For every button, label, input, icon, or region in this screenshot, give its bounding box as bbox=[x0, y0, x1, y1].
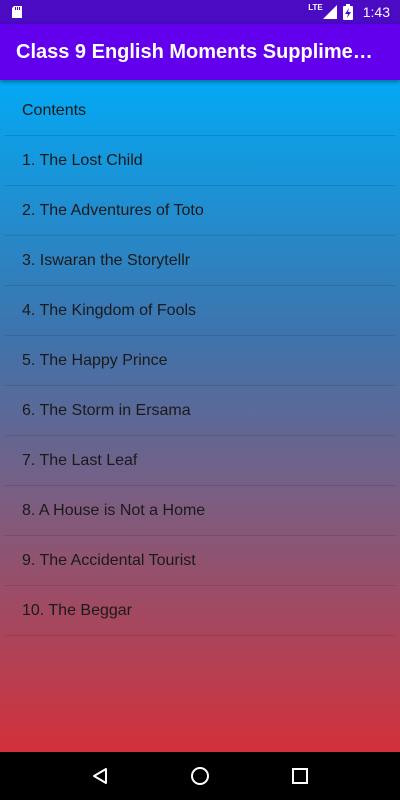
recents-icon bbox=[292, 768, 308, 784]
status-bar: LTE 1:43 bbox=[0, 0, 400, 24]
back-icon bbox=[93, 768, 107, 784]
contents-list: Contents 1. The Lost Child 2. The Advent… bbox=[0, 80, 400, 752]
recents-button[interactable] bbox=[280, 756, 320, 796]
list-item[interactable]: 4. The Kingdom of Fools bbox=[5, 286, 395, 336]
list-item[interactable]: 7. The Last Leaf bbox=[5, 436, 395, 486]
home-icon bbox=[191, 767, 209, 785]
list-item[interactable]: 3. Iswaran the Storytellr bbox=[5, 236, 395, 286]
navigation-bar bbox=[0, 752, 400, 800]
list-item[interactable]: 1. The Lost Child bbox=[5, 136, 395, 186]
back-button[interactable] bbox=[80, 756, 120, 796]
status-bar-right: LTE 1:43 bbox=[308, 0, 390, 24]
sd-card-icon bbox=[12, 6, 22, 18]
signal-icon bbox=[322, 5, 337, 19]
network-type: LTE bbox=[308, 2, 323, 12]
clock: 1:43 bbox=[362, 4, 390, 20]
list-item[interactable]: 10. The Beggar bbox=[5, 586, 395, 636]
list-item[interactable]: 6. The Storm in Ersama bbox=[5, 386, 395, 436]
battery-charging-icon bbox=[342, 4, 353, 20]
contents-heading: Contents bbox=[5, 86, 395, 136]
list-item[interactable]: 2. The Adventures of Toto bbox=[5, 186, 395, 236]
home-button[interactable] bbox=[180, 756, 220, 796]
list-item[interactable]: 5. The Happy Prince bbox=[5, 336, 395, 386]
app-title: Class 9 English Moments Suppliment Reade… bbox=[16, 40, 384, 63]
list-item[interactable]: 9. The Accidental Tourist bbox=[5, 536, 395, 586]
list-item[interactable]: 8. A House is Not a Home bbox=[5, 486, 395, 536]
app-bar: Class 9 English Moments Suppliment Reade… bbox=[0, 24, 400, 80]
